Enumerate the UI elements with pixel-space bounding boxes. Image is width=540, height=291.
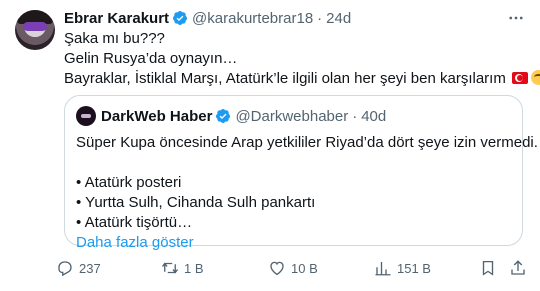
like-count: 10 B bbox=[291, 260, 318, 276]
tweet-text: Şaka mı bu??? Gelin Rusya’da oynayın… Ba… bbox=[64, 29, 540, 89]
turkey-flag-icon bbox=[512, 72, 528, 84]
header-separator: · bbox=[317, 9, 323, 27]
verified-badge-icon bbox=[173, 11, 188, 25]
avatar-mask bbox=[23, 22, 47, 31]
smiling-face-with-tear-icon bbox=[531, 70, 540, 85]
views-button[interactable]: 151 B bbox=[374, 258, 431, 278]
retweet-count: 1 B bbox=[184, 260, 204, 276]
reply-icon bbox=[58, 261, 72, 277]
retweet-icon bbox=[161, 262, 179, 274]
quoted-line: Süper Kupa öncesinde Arap yetkililer Riy… bbox=[76, 134, 538, 151]
reply-button[interactable]: 237 bbox=[56, 258, 101, 278]
quoted-line-blank bbox=[76, 153, 538, 173]
more-icon bbox=[509, 16, 523, 20]
views-icon bbox=[375, 262, 391, 276]
tweet-time[interactable]: 24d bbox=[326, 10, 351, 27]
tweet-line-with-emoji: Bayraklar, İstiklal Marşı, Atatürk’le il… bbox=[64, 69, 540, 89]
share-button[interactable] bbox=[509, 258, 532, 278]
show-more-link[interactable]: Daha fazla göster bbox=[76, 233, 538, 253]
retweet-button[interactable]: 1 B bbox=[161, 258, 204, 278]
quoted-tweet[interactable]: DarkWeb Haber @Darkwebhaber · 40d Süper … bbox=[64, 95, 538, 251]
reply-count: 237 bbox=[79, 260, 101, 276]
quoted-author-name: DarkWeb Haber bbox=[101, 107, 213, 125]
tweet-line: Gelin Rusya’da oynayın… bbox=[64, 50, 238, 67]
quoted-header-separator: · bbox=[352, 107, 358, 125]
author-handle[interactable]: @karakurtebrar18 bbox=[192, 10, 313, 27]
share-icon bbox=[511, 260, 525, 275]
like-icon bbox=[270, 261, 284, 276]
like-button[interactable]: 10 B bbox=[268, 258, 318, 278]
tweet-line: Bayraklar, İstiklal Marşı, Atatürk’le il… bbox=[64, 70, 506, 87]
tweet-line: Şaka mı bu??? bbox=[64, 30, 165, 47]
author-name[interactable]: Ebrar Karakurt bbox=[64, 10, 169, 27]
author-avatar[interactable] bbox=[15, 10, 55, 50]
quoted-tweet-text: Süper Kupa öncesinde Arap yetkililer Riy… bbox=[76, 133, 538, 253]
tweet-actions: 237 1 B 10 B 151 B bbox=[58, 258, 526, 278]
quoted-line: • Atatürk tişörtü… bbox=[76, 214, 193, 231]
quoted-line: • Atatürk posteri bbox=[76, 174, 182, 191]
quoted-line: • Yurtta Sulh, Cihanda Sulh pankartı bbox=[76, 194, 316, 211]
tweet-header: Ebrar Karakurt @karakurtebrar18 · 24d bbox=[64, 8, 526, 28]
quoted-author-handle: @Darkwebhaber bbox=[235, 107, 349, 125]
quoted-author-avatar bbox=[76, 106, 96, 126]
quoted-tweet-header: DarkWeb Haber @Darkwebhaber · 40d bbox=[76, 106, 386, 126]
tweet-body: Ebrar Karakurt @karakurtebrar18 · 24d Şa… bbox=[64, 8, 540, 251]
bookmark-button[interactable] bbox=[479, 258, 502, 278]
bookmark-icon bbox=[482, 260, 494, 276]
more-button[interactable] bbox=[506, 8, 526, 28]
verified-badge-icon bbox=[216, 109, 231, 123]
views-count: 151 B bbox=[397, 260, 431, 276]
quoted-tweet-time: 40d bbox=[361, 107, 387, 125]
